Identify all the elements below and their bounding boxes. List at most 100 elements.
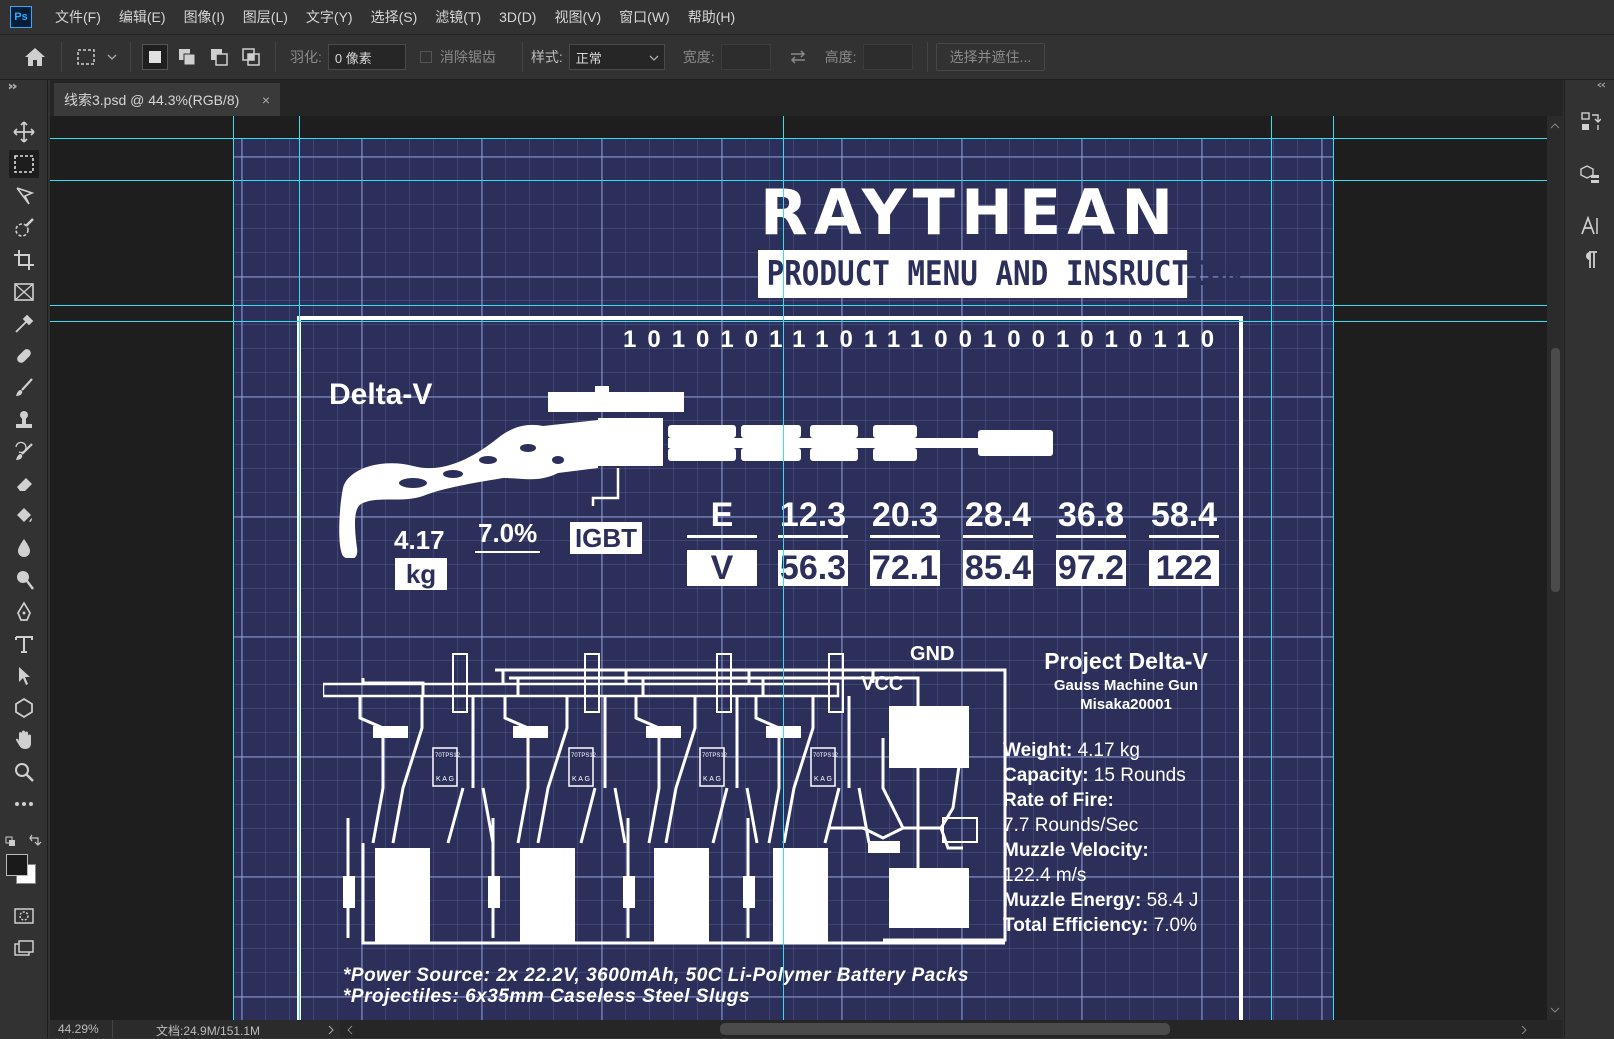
binary-string: 1010101110111001001010110 [623, 326, 1226, 353]
dodge-tool-icon[interactable] [9, 566, 39, 594]
path-select-tool-icon[interactable] [9, 662, 39, 690]
add-selection-icon[interactable] [174, 44, 200, 70]
scroll-down-icon[interactable] [1550, 1006, 1560, 1014]
canvas-area[interactable]: RAYTHEAN PRODUCT MENU AND INSRUCTION 101… [50, 116, 1547, 1020]
guide-line[interactable] [1333, 116, 1334, 1020]
vertical-scrollbar[interactable] [1547, 116, 1563, 1020]
height-input[interactable] [862, 44, 913, 70]
brush-tool-icon[interactable] [9, 374, 39, 402]
circuit-diagram: 70TPS12 70TPS12 70TPS12 70TPS12 K A G K … [323, 653, 1007, 945]
chevron-down-icon[interactable] [105, 44, 119, 70]
type-tool-icon[interactable] [9, 630, 39, 658]
vcc-label: VCC [861, 673, 904, 695]
history-panel-icon[interactable] [1578, 110, 1602, 134]
guide-line[interactable] [233, 116, 234, 1020]
chip-label: 70TPS12 [435, 753, 461, 759]
more-tools-icon[interactable] [9, 790, 39, 818]
chevron-right-icon[interactable] [327, 1025, 335, 1035]
scroll-right-icon[interactable] [1520, 1025, 1528, 1035]
paragraph-panel-icon[interactable] [1578, 248, 1602, 272]
select-and-mask-button[interactable]: 选择并遮住... [935, 43, 1046, 71]
menu-3d[interactable]: 3D(D) [490, 0, 545, 34]
spec-item: Capacity: 15 Rounds [1003, 763, 1198, 788]
home-icon[interactable] [20, 44, 50, 70]
scroll-up-icon[interactable] [1550, 122, 1560, 130]
quick-select-tool-icon[interactable] [9, 214, 39, 242]
horizontal-scroll-thumb[interactable] [720, 1023, 1170, 1035]
menu-select[interactable]: 选择(S) [362, 0, 427, 34]
right-dock [1564, 80, 1614, 1038]
character-panel-icon[interactable] [1578, 214, 1602, 238]
swap-icon[interactable] [785, 44, 811, 70]
marquee-preset-icon[interactable] [73, 44, 99, 70]
hand-tool-icon[interactable] [9, 726, 39, 754]
menu-file[interactable]: 文件(F) [46, 0, 110, 34]
spec-item: Rate of Fire: [1003, 788, 1198, 813]
scroll-left-icon[interactable] [346, 1025, 354, 1035]
default-swap-colors-icon[interactable] [5, 834, 43, 848]
intersect-selection-icon[interactable] [238, 44, 264, 70]
guide-line[interactable] [783, 116, 784, 1020]
photoshop-logo-icon[interactable]: Ps [10, 6, 32, 28]
style-select[interactable]: 正常 [568, 44, 665, 70]
foreground-color-swatch[interactable] [6, 854, 28, 876]
menu-layer[interactable]: 图层(L) [234, 0, 297, 34]
spec-list: Weight: 4.17 kg Capacity: 15 Rounds Rate… [1003, 738, 1198, 938]
paint-bucket-tool-icon[interactable] [9, 502, 39, 530]
lasso-tool-icon[interactable] [9, 182, 39, 210]
eyedropper-tool-icon[interactable] [9, 310, 39, 338]
menu-edit[interactable]: 编辑(E) [110, 0, 175, 34]
subtract-selection-icon[interactable] [206, 44, 232, 70]
document-tab-bar: 线索3.psd @ 44.3%(RGB/8) × [8, 80, 1563, 116]
vertical-scroll-thumb[interactable] [1551, 348, 1560, 592]
menu-image[interactable]: 图像(I) [175, 0, 234, 34]
width-input[interactable] [720, 44, 771, 70]
screen-mode-icon[interactable] [9, 934, 39, 962]
new-selection-icon[interactable] [142, 44, 168, 70]
frame-tool-icon[interactable] [9, 278, 39, 306]
velocity-value: 72.1 [870, 549, 940, 587]
guide-line[interactable] [50, 321, 1547, 322]
close-icon[interactable]: × [262, 92, 270, 108]
menu-type[interactable]: 文字(Y) [297, 0, 362, 34]
antialias-checkbox[interactable] [419, 51, 432, 63]
move-tool-icon[interactable] [9, 118, 39, 146]
eraser-tool-icon[interactable] [9, 470, 39, 498]
feather-input[interactable]: 0 像素 [327, 44, 406, 70]
clone-stamp-tool-icon[interactable] [9, 406, 39, 434]
history-brush-tool-icon[interactable] [9, 438, 39, 466]
spec-value: 15 Rounds [1088, 765, 1186, 786]
guide-line[interactable] [50, 138, 1547, 139]
guide-line[interactable] [50, 305, 1547, 306]
rect-marquee-tool-icon[interactable] [9, 150, 39, 178]
shape-tool-icon[interactable] [9, 694, 39, 722]
blur-tool-icon[interactable] [9, 534, 39, 562]
spec-value: 122.4 m/s [1003, 865, 1087, 886]
project-subtitle: Gauss Machine Gun [1053, 677, 1199, 694]
efficiency-value: 7.0% [475, 518, 541, 553]
quick-mask-icon[interactable] [9, 902, 39, 930]
spec-label: Muzzle Velocity: [1003, 840, 1149, 861]
guide-line[interactable] [299, 116, 300, 1020]
energy-value: 12.3 [778, 496, 848, 538]
document-tab[interactable]: 线索3.psd @ 44.3%(RGB/8) × [54, 83, 280, 116]
guide-line[interactable] [1271, 116, 1272, 1020]
3d-panel-icon[interactable] [1578, 162, 1602, 186]
chip-pins: K A G [703, 776, 721, 783]
menu-help[interactable]: 帮助(H) [679, 0, 744, 34]
menu-view[interactable]: 视图(V) [545, 0, 610, 34]
horizontal-scrollbar[interactable] [340, 1020, 1563, 1038]
zoom-level[interactable]: 44.29% [58, 1022, 99, 1036]
zoom-tool-icon[interactable] [9, 758, 39, 786]
menu-window[interactable]: 窗口(W) [610, 0, 679, 34]
footnote-projectiles: *Projectiles: 6x35mm Caseless Steel Slug… [343, 986, 751, 1007]
pen-tool-icon[interactable] [9, 598, 39, 626]
document-size[interactable]: 文档:24.9M/151.1M [156, 1022, 260, 1039]
collapse-icon[interactable] [8, 84, 18, 90]
guide-line[interactable] [50, 180, 1547, 181]
velocity-value: 122 [1149, 550, 1219, 586]
healing-brush-tool-icon[interactable] [9, 342, 39, 370]
crop-tool-icon[interactable] [9, 246, 39, 274]
expand-panels-icon[interactable] [1597, 82, 1607, 88]
menu-filter[interactable]: 滤镜(T) [426, 0, 490, 34]
